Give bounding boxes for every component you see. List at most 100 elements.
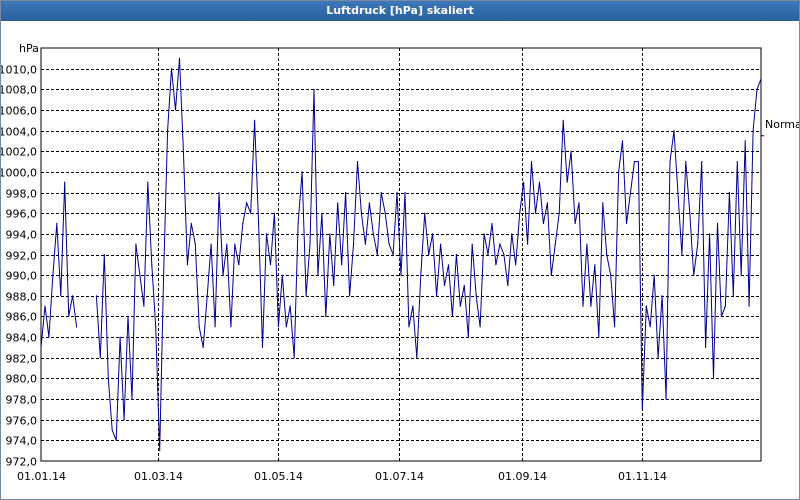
data-point (594, 264, 596, 266)
data-point (709, 233, 711, 235)
data-point (206, 295, 208, 297)
data-point (242, 222, 244, 225)
data-point (554, 243, 556, 245)
y-tick-label: 988,0 (6, 291, 38, 304)
data-point (111, 429, 113, 431)
y-tick-label: 976,0 (6, 415, 38, 428)
data-point (693, 274, 695, 276)
data-point (705, 346, 707, 348)
data-point (404, 191, 406, 194)
data-point (119, 336, 121, 338)
data-point (194, 243, 196, 245)
data-point (400, 274, 402, 276)
data-point (230, 326, 232, 328)
data-point (720, 315, 723, 317)
data-point (131, 398, 133, 400)
data-point (115, 439, 117, 441)
data-point (760, 78, 762, 80)
data-point (143, 305, 145, 307)
line-chart: 972,0 974,0 976,0 978,0 980,0 982,0 984,0 986,0… (1, 42, 799, 483)
data-point (250, 212, 252, 214)
data-point (697, 243, 699, 245)
data-point (151, 264, 153, 266)
data-point (586, 243, 588, 245)
data-point (673, 130, 675, 132)
data-point (479, 326, 481, 328)
data-point (455, 253, 457, 256)
data-point (436, 295, 438, 297)
data-point (578, 202, 580, 204)
data-point (740, 274, 742, 276)
data-point (416, 357, 418, 359)
data-point (420, 274, 422, 276)
data-point (309, 243, 311, 245)
data-point (487, 253, 489, 256)
data-point (281, 274, 283, 276)
data-point (582, 305, 584, 307)
data-point (261, 346, 264, 348)
x-tick-label: 01.03.14 (134, 470, 183, 483)
data-point (440, 243, 442, 245)
data-point (475, 295, 477, 297)
data-point (685, 161, 687, 163)
data-point (258, 222, 260, 225)
data-point (424, 212, 426, 214)
data-point (633, 161, 636, 163)
data-point (388, 243, 390, 245)
data-point (305, 295, 307, 297)
data-point (376, 253, 378, 256)
data-point (198, 326, 200, 328)
data-point (756, 88, 758, 90)
data-point (40, 346, 42, 348)
data-point (186, 264, 188, 266)
data-point (301, 171, 303, 173)
data-point (653, 274, 655, 276)
data-point (657, 357, 659, 359)
data-point (467, 336, 469, 338)
data-point (570, 150, 572, 152)
data-point (170, 68, 173, 70)
data-point (606, 253, 608, 256)
data-point (669, 161, 671, 163)
data-point (625, 222, 628, 225)
data-point (123, 419, 125, 421)
data-point (736, 161, 738, 163)
data-point (621, 140, 624, 142)
y-tick-label: 974,0 (6, 435, 38, 448)
y-tick-label: 994,0 (6, 229, 38, 242)
data-point (527, 243, 529, 245)
y-tick-label: 996,0 (6, 208, 38, 221)
data-point (222, 274, 224, 276)
data-point (139, 274, 141, 276)
data-point (68, 315, 70, 317)
data-point (542, 222, 545, 225)
data-point (218, 191, 220, 194)
data-point (495, 264, 497, 266)
data-point (408, 326, 410, 328)
data-point (289, 305, 291, 307)
data-point (380, 191, 382, 194)
data-point (317, 274, 319, 276)
data-point (72, 295, 74, 297)
data-point (76, 326, 78, 328)
data-point (52, 274, 54, 276)
data-point (724, 305, 727, 307)
data-point (428, 253, 430, 256)
data-point (598, 336, 600, 338)
data-point (451, 315, 453, 317)
data-point (163, 274, 165, 276)
data-point (107, 377, 109, 379)
data-point (174, 109, 177, 111)
data-point (681, 253, 683, 256)
x-tick-label: 01.11.14 (618, 470, 667, 483)
data-point (519, 212, 521, 214)
data-point (752, 130, 754, 132)
data-point (447, 264, 450, 266)
data-point (337, 202, 339, 204)
data-point (392, 253, 394, 256)
data-point (178, 57, 181, 59)
data-point (546, 202, 549, 204)
y-tick-label: 984,0 (6, 332, 38, 345)
data-point (99, 357, 101, 359)
data-point (329, 233, 331, 235)
